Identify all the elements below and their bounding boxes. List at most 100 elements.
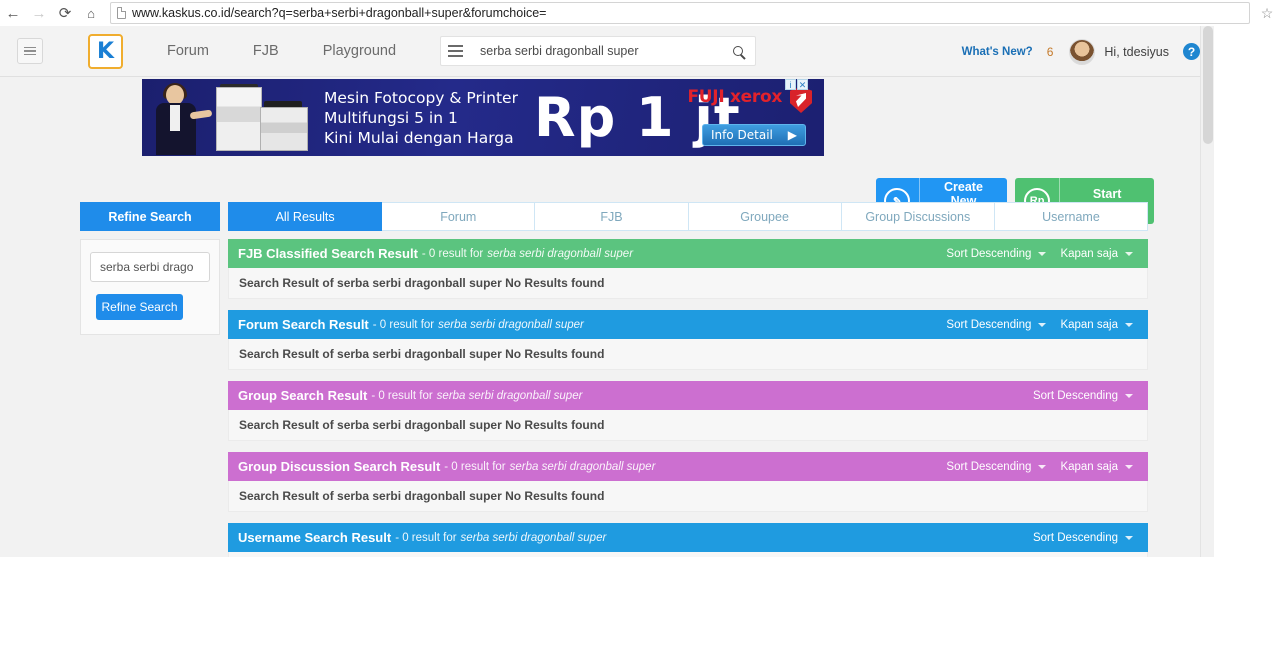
- refine-search-panel: serba serbi drago Refine Search: [80, 239, 220, 335]
- ad-cta-label: Info Detail: [711, 128, 773, 142]
- time-filter-dropdown[interactable]: Kapan saja: [1053, 248, 1140, 260]
- search-category-hamburger-icon[interactable]: [440, 36, 471, 66]
- page-scrollbar[interactable]: [1200, 26, 1214, 557]
- result-section-query: serba serbi dragonball super: [460, 531, 607, 544]
- tab-username[interactable]: Username: [994, 202, 1149, 231]
- result-section-header: FJB Classified Search Result - 0 result …: [228, 239, 1148, 268]
- chevron-down-icon: [1125, 393, 1133, 398]
- result-section-query: serba serbi dragonball super: [436, 389, 583, 402]
- result-section-title: Group Discussion Search Result: [238, 459, 441, 474]
- chevron-down-icon: [1038, 322, 1047, 327]
- chevron-down-icon: [1125, 322, 1133, 327]
- result-section-fjb-classified: FJB Classified Search Result - 0 result …: [228, 239, 1148, 299]
- search-input[interactable]: serba serbi dragonball super: [470, 36, 721, 66]
- refine-search-button[interactable]: Refine Search: [96, 294, 183, 320]
- ad-copy: Mesin Fotocopy & Printer Multifungsi 5 i…: [324, 89, 518, 149]
- result-sort-controls: Sort Descending Kapan saja: [939, 239, 1140, 268]
- time-filter-dropdown[interactable]: Kapan saja: [1053, 319, 1140, 331]
- result-section-username: Username Search Result - 0 result for se…: [228, 523, 1148, 557]
- ad-brand-wordmark: FUJI xerox: [687, 87, 782, 107]
- refine-search-header: Refine Search: [80, 202, 220, 231]
- notification-count-badge[interactable]: 6: [1047, 45, 1054, 59]
- ad-close-icon[interactable]: ✕: [797, 79, 808, 90]
- sort-descending-dropdown[interactable]: Sort Descending: [939, 461, 1053, 473]
- result-section-meta: - 0 result for: [372, 318, 435, 331]
- primary-nav: Forum FJB Playground: [145, 43, 418, 59]
- home-icon[interactable]: ⌂: [78, 0, 104, 26]
- chevron-down-icon: [1125, 535, 1133, 540]
- user-area: What's New? 6 Hi, tdesiyus ?: [962, 26, 1200, 77]
- search-results-list: FJB Classified Search Result - 0 result …: [228, 239, 1148, 557]
- result-sort-controls: Sort Descending: [1026, 523, 1140, 552]
- user-greeting[interactable]: Hi, tdesiyus: [1104, 45, 1169, 59]
- ad-info-icon[interactable]: i: [785, 79, 796, 90]
- result-sort-controls: Sort Descending Kapan saja: [939, 452, 1140, 481]
- forward-icon[interactable]: →: [26, 0, 52, 26]
- tab-fjb[interactable]: FJB: [535, 202, 689, 231]
- scrollbar-thumb[interactable]: [1203, 26, 1213, 144]
- sort-descending-label: Sort Descending: [1032, 389, 1118, 402]
- result-section-body: Search Result of serba serbi dragonball …: [228, 339, 1148, 370]
- result-section-body: Search Result of serba serbi dragonball …: [228, 268, 1148, 299]
- search-bar: serba serbi dragonball super: [440, 36, 757, 66]
- result-section-title: Group Search Result: [238, 388, 368, 403]
- result-section-group-discussion: Group Discussion Search Result - 0 resul…: [228, 452, 1148, 512]
- tab-groupee[interactable]: Groupee: [688, 202, 842, 231]
- ad-cta-button[interactable]: Info Detail ▶: [702, 124, 806, 146]
- result-section-title: Forum Search Result: [238, 317, 369, 332]
- sort-descending-dropdown[interactable]: Sort Descending: [1026, 532, 1140, 544]
- nav-item-forum[interactable]: Forum: [145, 43, 231, 59]
- bookmark-star-icon[interactable]: ☆: [1254, 0, 1280, 26]
- result-section-meta: - 0 result for: [421, 247, 484, 260]
- desktop-background: [0, 557, 1280, 666]
- avatar[interactable]: [1069, 38, 1096, 65]
- chevron-down-icon: [1125, 251, 1133, 256]
- chevron-right-icon: ▶: [787, 128, 797, 142]
- page-document-icon: [117, 7, 126, 19]
- ad-printer-illustration: [210, 84, 315, 155]
- result-section-group: Group Search Result - 0 result for serba…: [228, 381, 1148, 441]
- ad-row: Mesin Fotocopy & Printer Multifungsi 5 i…: [0, 77, 1214, 224]
- refine-search-input[interactable]: serba serbi drago: [90, 252, 210, 282]
- browser-toolbar: ← → ⟳ ⌂ www.kaskus.co.id/search?q=serba+…: [0, 0, 1280, 26]
- menu-hamburger-icon[interactable]: [17, 38, 43, 64]
- nav-item-fjb[interactable]: FJB: [231, 43, 301, 59]
- tab-group-discussions[interactable]: Group Discussions: [841, 202, 995, 231]
- reload-icon[interactable]: ⟳: [52, 0, 78, 26]
- result-section-title: Username Search Result: [238, 530, 392, 545]
- page-viewport: K Forum FJB Playground serba serbi drago…: [0, 26, 1214, 557]
- sort-descending-dropdown[interactable]: Sort Descending: [939, 248, 1053, 260]
- time-filter-label: Kapan saja: [1060, 247, 1118, 260]
- whats-new-link[interactable]: What's New?: [962, 46, 1033, 58]
- nav-item-playground[interactable]: Playground: [301, 43, 418, 59]
- ad-copy-line1: Mesin Fotocopy & Printer: [324, 89, 518, 107]
- time-filter-label: Kapan saja: [1060, 460, 1118, 473]
- result-section-header: Group Discussion Search Result - 0 resul…: [228, 452, 1148, 481]
- kaskus-logo[interactable]: K: [88, 33, 123, 69]
- sort-descending-dropdown[interactable]: Sort Descending: [939, 319, 1053, 331]
- time-filter-dropdown[interactable]: Kapan saja: [1053, 461, 1140, 473]
- result-section-title: FJB Classified Search Result: [238, 246, 418, 261]
- search-submit-button[interactable]: [720, 36, 757, 66]
- result-section-header: Username Search Result - 0 result for se…: [228, 523, 1148, 552]
- ad-banner[interactable]: Mesin Fotocopy & Printer Multifungsi 5 i…: [142, 79, 824, 156]
- sort-descending-label: Sort Descending: [946, 247, 1032, 260]
- result-section-header: Group Search Result - 0 result for serba…: [228, 381, 1148, 410]
- chevron-down-icon: [1125, 464, 1133, 469]
- ad-choices-controls: i ✕: [785, 79, 808, 90]
- tabs: All Results Forum FJB Groupee Group Disc…: [228, 202, 1149, 231]
- result-section-header: Forum Search Result - 0 result for serba…: [228, 310, 1148, 339]
- tab-all-results[interactable]: All Results: [228, 202, 383, 231]
- address-bar[interactable]: www.kaskus.co.id/search?q=serba+serbi+dr…: [110, 2, 1250, 24]
- help-icon[interactable]: ?: [1183, 43, 1200, 60]
- result-section-meta: - 0 result for: [371, 389, 433, 402]
- chevron-down-icon: [1038, 464, 1047, 469]
- sort-descending-label: Sort Descending: [1032, 531, 1118, 544]
- ad-copy-line2: Multifungsi 5 in 1: [324, 108, 458, 127]
- sort-descending-dropdown[interactable]: Sort Descending: [1026, 390, 1140, 402]
- time-filter-label: Kapan saja: [1060, 318, 1118, 331]
- back-icon[interactable]: ←: [0, 0, 26, 26]
- tab-forum[interactable]: Forum: [382, 202, 536, 231]
- result-sort-controls: Sort Descending: [1026, 381, 1140, 410]
- result-section-meta: - 0 result for: [395, 531, 457, 544]
